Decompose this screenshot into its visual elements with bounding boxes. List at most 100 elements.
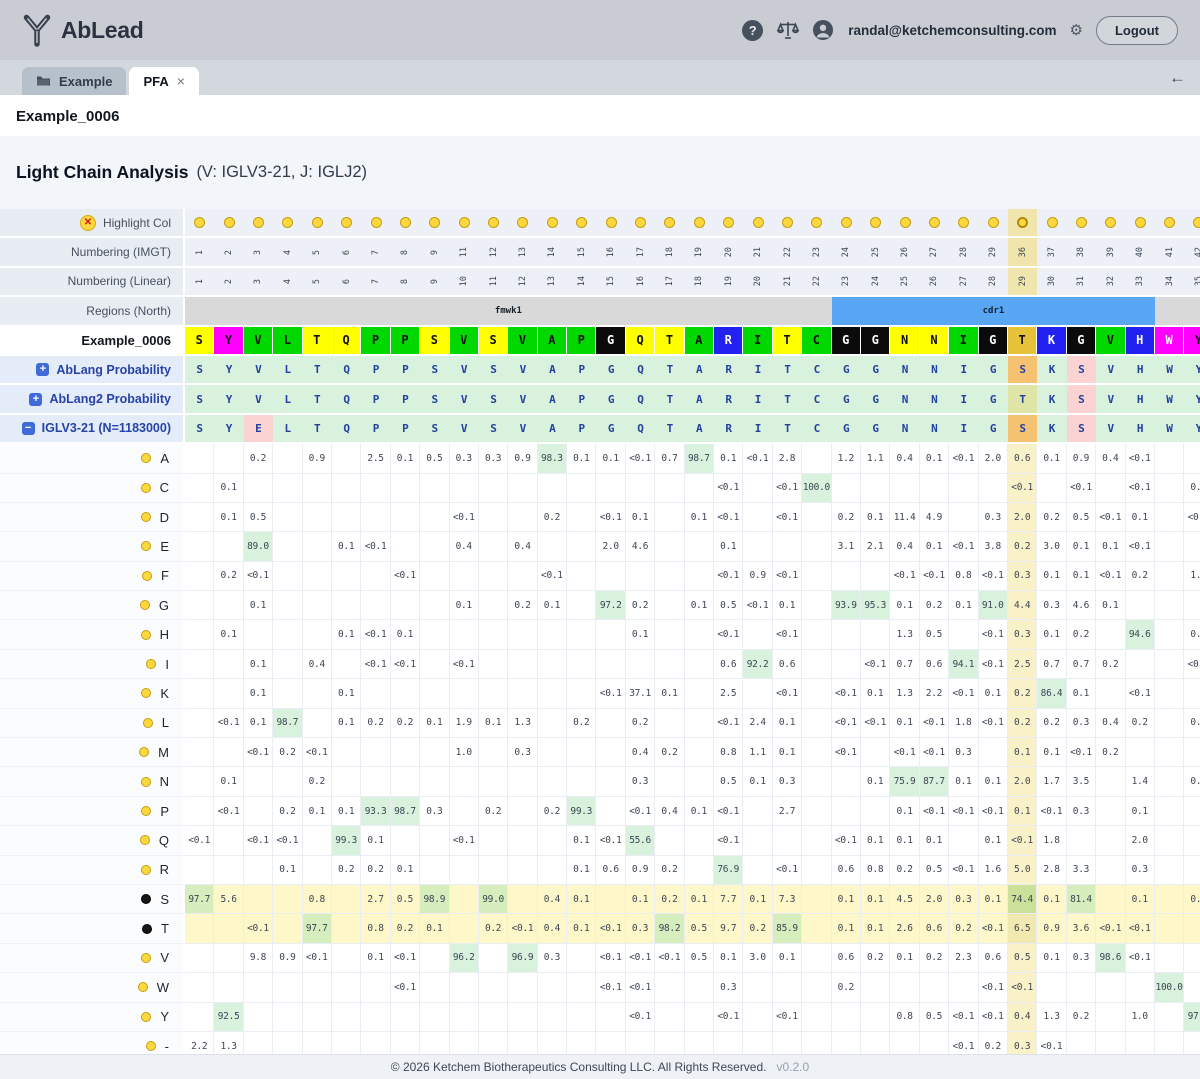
position-number: 1 <box>195 279 205 284</box>
freq-cell: 0.1 <box>890 944 919 973</box>
clear-highlight-icon[interactable]: ✕ <box>80 215 96 231</box>
highlight-col-radio[interactable] <box>547 217 558 228</box>
expand-icon[interactable]: + <box>29 393 42 406</box>
freq-cell: 1.7 <box>1037 767 1066 796</box>
freq-cell: 0.1 <box>567 444 596 473</box>
highlight-col-radio[interactable] <box>606 217 617 228</box>
expand-icon[interactable]: + <box>36 363 49 376</box>
freq-cell <box>420 620 449 649</box>
highlight-cell <box>596 209 625 238</box>
highlight-col-radio[interactable] <box>282 217 293 228</box>
highlight-col-radio[interactable] <box>958 217 969 228</box>
freq-cell: 2.0 <box>1126 826 1155 855</box>
aa-row-radio[interactable] <box>138 982 148 992</box>
aa-row: K0.10.1<0.137.10.12.5<0.1<0.10.11.32.2<0… <box>0 679 1200 708</box>
freq-cell <box>802 973 831 1002</box>
highlight-col-radio[interactable] <box>1076 217 1087 228</box>
freq-cell: 94.6 <box>1126 620 1155 649</box>
highlight-col-radio[interactable] <box>459 217 470 228</box>
highlight-col-radio[interactable] <box>400 217 411 228</box>
help-icon[interactable]: ? <box>742 20 763 41</box>
probability-cell: S <box>1008 356 1037 385</box>
highlight-col-radio[interactable] <box>517 217 528 228</box>
position-number: 12 <box>489 247 499 257</box>
freq-cell: 0.1 <box>920 532 949 561</box>
highlight-col-radio[interactable] <box>576 217 587 228</box>
freq-cell: 1.8 <box>949 709 978 738</box>
aa-row: P<0.10.20.10.193.398.70.30.20.299.3<0.10… <box>0 797 1200 826</box>
aa-row-radio[interactable] <box>140 835 150 845</box>
logout-button[interactable]: Logout <box>1096 16 1178 45</box>
highlight-col-radio[interactable] <box>1164 217 1175 228</box>
highlight-col-radio[interactable] <box>1047 217 1058 228</box>
tab-example[interactable]: Example <box>22 67 126 95</box>
tab-pfa[interactable]: PFA × <box>129 67 198 95</box>
highlight-col-radio[interactable] <box>1105 217 1116 228</box>
freq-cell: 97.2 <box>596 591 625 620</box>
highlight-col-radio[interactable] <box>723 217 734 228</box>
freq-cell: 0.9 <box>303 444 332 473</box>
highlight-col-radio[interactable] <box>664 217 675 228</box>
aa-row-radio[interactable] <box>141 541 151 551</box>
highlight-col-radio[interactable] <box>782 217 793 228</box>
highlight-col-radio[interactable] <box>1193 217 1200 228</box>
row-label-sequence: Example_0006 <box>0 327 185 356</box>
back-arrow-icon[interactable]: ← <box>1169 68 1186 88</box>
highlight-col-radio[interactable] <box>312 217 323 228</box>
freq-cell: 91.0 <box>979 591 1008 620</box>
highlight-col-radio[interactable] <box>341 217 352 228</box>
highlight-col-radio[interactable] <box>811 217 822 228</box>
aa-row-radio[interactable] <box>141 777 151 787</box>
freq-cell: <0.1 <box>714 562 743 591</box>
numbering-cell: 26 <box>890 238 919 267</box>
highlight-col-radio[interactable] <box>635 217 646 228</box>
aa-row-radio[interactable] <box>141 1012 151 1022</box>
row-label-aa: Y <box>0 1003 185 1032</box>
aa-row-radio[interactable] <box>141 453 151 463</box>
aa-row-radio[interactable] <box>143 718 153 728</box>
freq-cell: <0.1 <box>714 797 743 826</box>
highlight-col-radio[interactable] <box>870 217 881 228</box>
highlight-col-radio[interactable] <box>1017 217 1028 228</box>
aa-row-radio[interactable] <box>141 512 151 522</box>
freq-cell <box>303 620 332 649</box>
aa-row-radio[interactable] <box>142 571 152 581</box>
aa-row-radio[interactable] <box>141 483 151 493</box>
highlight-col-radio[interactable] <box>429 217 440 228</box>
highlight-col-radio[interactable] <box>488 217 499 228</box>
highlight-col-radio[interactable] <box>253 217 264 228</box>
aa-row-radio[interactable] <box>141 894 151 904</box>
gear-icon[interactable]: ⚙ <box>1070 23 1083 38</box>
highlight-col-radio[interactable] <box>224 217 235 228</box>
highlight-col-radio[interactable] <box>753 217 764 228</box>
highlight-col-radio[interactable] <box>929 217 940 228</box>
position-number: 8 <box>400 250 410 255</box>
aa-row: C0.1<0.1<0.1100.0<0.1<0.1<0.10.1 <box>0 474 1200 503</box>
highlight-col-radio[interactable] <box>988 217 999 228</box>
aa-row-radio[interactable] <box>141 630 151 640</box>
position-number: 24 <box>871 276 881 286</box>
highlight-col-radio[interactable] <box>841 217 852 228</box>
aa-row-radio[interactable] <box>141 953 151 963</box>
highlight-col-radio[interactable] <box>194 217 205 228</box>
scale-icon[interactable] <box>776 20 800 40</box>
highlight-col-radio[interactable] <box>694 217 705 228</box>
aa-row-radio[interactable] <box>146 1041 156 1051</box>
position-number: 6 <box>342 279 352 284</box>
sequence-cell: T <box>1008 327 1037 356</box>
tab-close-icon[interactable]: × <box>177 73 185 89</box>
aa-row-radio[interactable] <box>142 924 152 934</box>
aa-row-radio[interactable] <box>141 806 151 816</box>
aa-row-radio[interactable] <box>146 659 156 669</box>
freq-cell <box>1155 709 1184 738</box>
highlight-col-radio[interactable] <box>371 217 382 228</box>
aa-row-radio[interactable] <box>140 600 150 610</box>
aa-row-radio[interactable] <box>141 865 151 875</box>
highlight-cell <box>626 209 655 238</box>
aa-row-radio[interactable] <box>139 747 149 757</box>
aa-row-radio[interactable] <box>141 688 151 698</box>
highlight-col-radio[interactable] <box>900 217 911 228</box>
version-text: v0.2.0 <box>777 1060 810 1074</box>
highlight-col-radio[interactable] <box>1135 217 1146 228</box>
collapse-icon[interactable]: − <box>22 422 35 435</box>
